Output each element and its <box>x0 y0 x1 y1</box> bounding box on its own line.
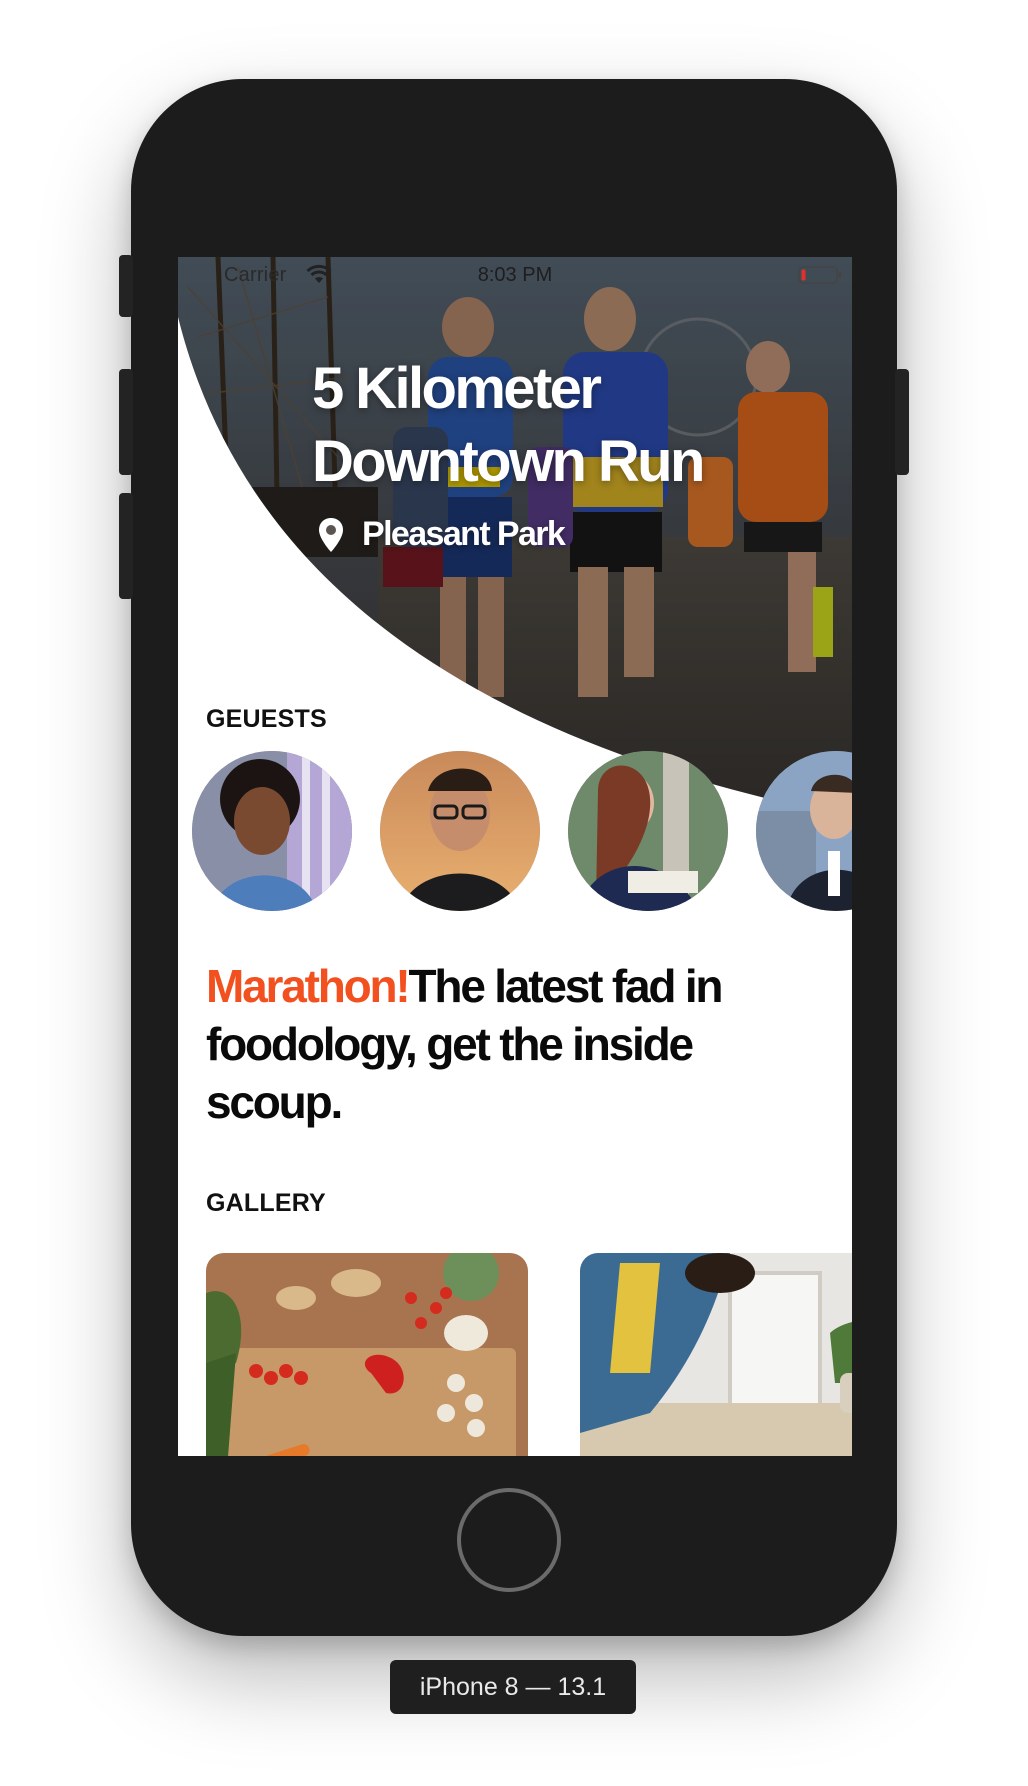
map-pin-icon <box>319 517 343 552</box>
status-bar: Carrier 8:03 PM <box>178 257 852 293</box>
gallery-image[interactable] <box>580 1253 852 1456</box>
headline-accent: Marathon! <box>206 960 411 1012</box>
volume-down-button[interactable] <box>119 493 133 599</box>
home-button[interactable] <box>457 1488 561 1592</box>
guest-avatar[interactable] <box>192 751 352 911</box>
headline: Marathon!The latest fad in foodology, ge… <box>206 957 816 1131</box>
gallery-photo-cutting-board <box>206 1253 528 1456</box>
phone-screen: Carrier 8:03 PM 5 Kilometer Downtown Run… <box>178 257 852 1456</box>
guests-heading: GEUESTS <box>206 705 327 733</box>
event-title: 5 Kilometer Downtown Run <box>312 356 705 494</box>
guest-avatar[interactable] <box>568 751 728 911</box>
gallery-photo-cooking <box>580 1253 852 1456</box>
volume-up-button[interactable] <box>119 369 133 475</box>
guest-photo-4 <box>756 751 852 911</box>
silent-switch[interactable] <box>119 255 133 317</box>
device-model-label: iPhone 8 — 13.1 <box>390 1660 636 1714</box>
gallery-heading: GALLERY <box>206 1189 326 1217</box>
guest-photo-1 <box>192 751 352 911</box>
guest-photo-2 <box>380 751 540 911</box>
gallery-carousel[interactable] <box>206 1253 852 1456</box>
event-location: Pleasant Park <box>318 515 566 554</box>
location-label: Pleasant Park <box>362 515 566 553</box>
guest-avatar[interactable] <box>380 751 540 911</box>
guest-avatar[interactable] <box>756 751 852 911</box>
battery-low-icon <box>798 266 841 284</box>
guests-carousel[interactable] <box>192 751 852 915</box>
simulator-window: Carrier 8:03 PM 5 Kilometer Downtown Run… <box>0 0 1028 1786</box>
status-time: 8:03 PM <box>477 264 553 286</box>
guest-photo-3 <box>568 751 728 911</box>
gallery-image[interactable] <box>206 1253 528 1456</box>
power-button[interactable] <box>895 369 909 475</box>
